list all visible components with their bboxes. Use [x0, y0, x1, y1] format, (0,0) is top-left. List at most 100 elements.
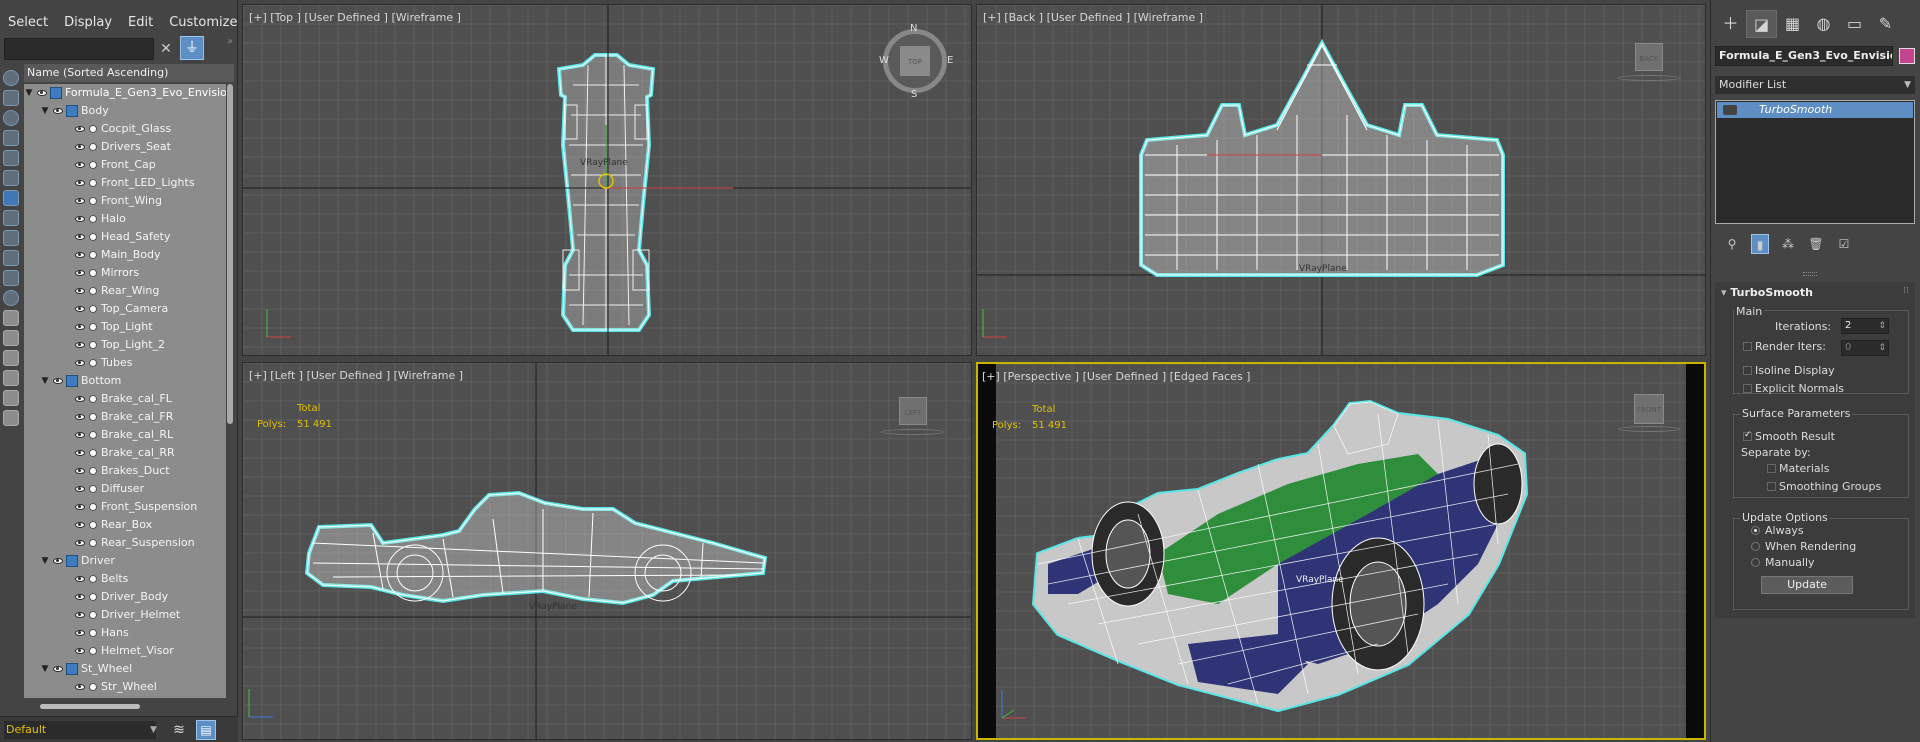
clear-search-icon[interactable]: ✕	[158, 40, 174, 58]
visibility-eye-icon[interactable]	[75, 486, 85, 492]
visibility-eye-icon[interactable]	[75, 630, 85, 636]
isoline-checkbox[interactable]	[1743, 366, 1752, 375]
visibility-eye-icon[interactable]	[53, 666, 63, 672]
rollout-title[interactable]: TurboSmooth	[1721, 286, 1813, 299]
visibility-eye-icon[interactable]	[75, 522, 85, 528]
display-xrefs-icon[interactable]	[3, 210, 19, 226]
tree-object-row[interactable]: Brakes_Duct	[24, 462, 226, 480]
tree-object-row[interactable]: Front_Suspension	[24, 498, 226, 516]
iterations-spinner[interactable]: 2	[1841, 318, 1889, 334]
viewcube-back[interactable]: BACK	[1635, 43, 1663, 71]
display-lights-icon[interactable]	[3, 110, 19, 126]
hierarchy-tab-icon[interactable]: ▦	[1777, 10, 1808, 38]
visibility-eye-icon[interactable]	[75, 450, 85, 456]
display-livelinks-icon[interactable]	[3, 330, 19, 346]
viewport-perspective[interactable]: [+] [Perspective ] [User Defined ] [Edge…	[976, 362, 1706, 740]
motion-tab-icon[interactable]: ◍	[1808, 10, 1839, 38]
tree-object-row[interactable]: Brake_cal_RL	[24, 426, 226, 444]
tree-group-row[interactable]: ▼ Bottom	[24, 372, 226, 390]
viewport-left[interactable]: [+] [Left ] [User Defined ] [Wireframe ]…	[242, 362, 972, 740]
expand-arrow-icon[interactable]: ▼	[40, 372, 50, 390]
update-button[interactable]: Update	[1761, 576, 1853, 594]
visibility-eye-icon[interactable]	[75, 576, 85, 582]
viewcube-top[interactable]: TOP	[900, 46, 930, 76]
display-geometry-icon[interactable]	[3, 70, 19, 86]
expand-arrow-icon[interactable]: ▼	[40, 552, 50, 570]
display-particles-icon[interactable]	[3, 270, 19, 286]
viewport-back[interactable]: [+] [Back ] [User Defined ] [Wireframe ]…	[976, 4, 1706, 356]
tree-object-row[interactable]: Brake_cal_FL	[24, 390, 226, 408]
visibility-eye-icon[interactable]	[75, 180, 85, 186]
tree-object-row[interactable]: Brake_cal_FR	[24, 408, 226, 426]
visibility-eye-icon[interactable]	[75, 270, 85, 276]
tree-horizontal-scrollbar[interactable]	[40, 704, 140, 709]
tree-object-row[interactable]: Tubes	[24, 354, 226, 372]
update-when-rendering-radio[interactable]	[1751, 542, 1760, 551]
menu-edit[interactable]: Edit	[120, 10, 161, 36]
visibility-eye-icon[interactable]	[75, 342, 85, 348]
visibility-eye-icon[interactable]	[53, 558, 63, 564]
tree-object-row[interactable]: Diffuser	[24, 480, 226, 498]
smoothing-groups-checkbox[interactable]	[1767, 482, 1776, 491]
chevron-down-icon[interactable]: ▼	[150, 721, 157, 739]
invert-selection-icon[interactable]	[3, 410, 19, 426]
visibility-eye-icon[interactable]	[37, 90, 47, 96]
smooth-result-checkbox[interactable]	[1743, 430, 1752, 441]
tree-object-row[interactable]: Helmet_Visor	[24, 642, 226, 660]
select-all-icon[interactable]	[3, 370, 19, 386]
visibility-eye-icon[interactable]	[53, 378, 63, 384]
visibility-eye-icon[interactable]	[75, 504, 85, 510]
tree-object-row[interactable]: Cocpit_Glass	[24, 120, 226, 138]
visibility-eye-icon[interactable]	[75, 360, 85, 366]
visibility-eye-icon[interactable]	[53, 108, 63, 114]
tree-group-row[interactable]: ▼ Formula_E_Gen3_Evo_Envision	[24, 84, 226, 102]
explorer-search-input[interactable]	[4, 38, 154, 60]
layer-explorer-icon[interactable]: ▤	[196, 720, 216, 740]
display-hidden-icon[interactable]	[3, 290, 19, 306]
visibility-eye-icon[interactable]	[75, 252, 85, 258]
show-end-result-icon[interactable]: ▮	[1751, 234, 1769, 254]
visibility-eye-icon[interactable]	[75, 594, 85, 600]
visibility-eye-icon[interactable]	[75, 198, 85, 204]
menu-display[interactable]: Display	[56, 10, 120, 36]
filter-icon[interactable]: ⏚	[180, 36, 204, 60]
create-tab-icon[interactable]: ＋	[1715, 10, 1746, 38]
display-shapes-icon[interactable]	[3, 90, 19, 106]
display-helpers-icon[interactable]	[3, 150, 19, 166]
tree-group-row[interactable]: ▼ Driver	[24, 552, 226, 570]
display-containers-icon[interactable]	[3, 250, 19, 266]
render-iters-spinner[interactable]: 0	[1841, 340, 1889, 356]
display-bones-icon[interactable]	[3, 230, 19, 246]
tree-object-row[interactable]: Str_Wheel	[24, 678, 226, 696]
display-groups-icon[interactable]	[3, 190, 19, 206]
tree-object-row[interactable]: Driver_Helmet	[24, 606, 226, 624]
utilities-tab-icon[interactable]: ✎	[1870, 10, 1901, 38]
visibility-eye-icon[interactable]	[75, 234, 85, 240]
viewcube-compass[interactable]: TOP	[883, 29, 947, 93]
visibility-eye-icon[interactable]	[75, 144, 85, 150]
display-tab-icon[interactable]: ▭	[1839, 10, 1870, 38]
tree-object-row[interactable]: Drivers_Seat	[24, 138, 226, 156]
tree-object-row[interactable]: Belts	[24, 570, 226, 588]
tree-object-row[interactable]: Main_Body	[24, 246, 226, 264]
modifier-list-dropdown[interactable]: Modifier List ▼	[1715, 76, 1915, 94]
visibility-eye-icon[interactable]	[75, 306, 85, 312]
panel-divider[interactable]	[1803, 272, 1817, 276]
remove-modifier-icon[interactable]: 🗑	[1807, 234, 1825, 254]
panel-collapse-icon[interactable]: »	[227, 36, 233, 47]
visibility-eye-icon[interactable]	[75, 216, 85, 222]
explicit-normals-checkbox[interactable]	[1743, 384, 1752, 393]
tree-object-row[interactable]: Rear_Box	[24, 516, 226, 534]
expand-arrow-icon[interactable]: ▼	[40, 660, 50, 678]
visibility-eye-icon[interactable]	[75, 288, 85, 294]
select-none-icon[interactable]	[3, 390, 19, 406]
modifier-toggle-icon[interactable]	[1723, 105, 1737, 115]
display-cameras-icon[interactable]	[3, 130, 19, 146]
visibility-eye-icon[interactable]	[75, 324, 85, 330]
visibility-eye-icon[interactable]	[75, 540, 85, 546]
viewcube-perspective[interactable]: FRONT	[1634, 394, 1664, 424]
expand-arrow-icon[interactable]: ▼	[24, 84, 34, 102]
visibility-eye-icon[interactable]	[75, 468, 85, 474]
layers-icon[interactable]: ≋	[170, 721, 188, 739]
visibility-eye-icon[interactable]	[75, 126, 85, 132]
